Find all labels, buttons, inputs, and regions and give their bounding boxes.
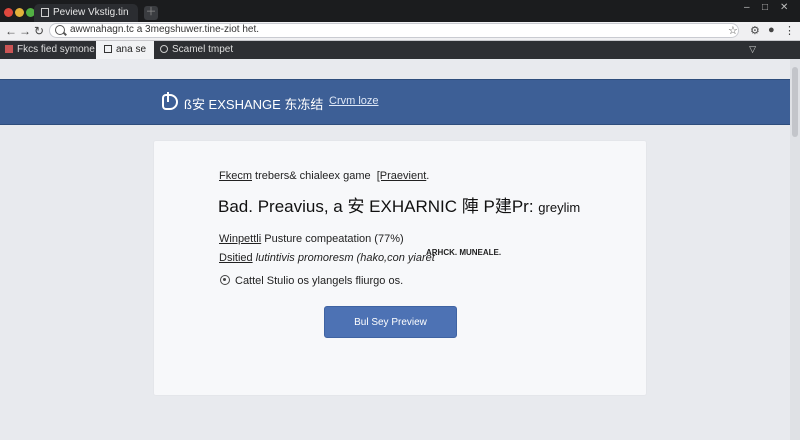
profile-icon[interactable]: ● [768,24,775,36]
bookmark-label: Fkcs fied symone [17,44,95,55]
site-header: ß安 EXSHANGE 东冻结 Crvm loze [0,79,790,125]
detail-line-1: Winpettli Pusture compeatation (77%) [219,233,404,245]
card-title-tail: greylim [538,200,581,215]
exchange-logo-icon [162,92,178,110]
browser-window: Peview Vkstig.tin ＋ – □ ✕ ← → ↻ awwnahag… [0,0,800,440]
address-toolbar: ← → ↻ awwnahagn.tc a 3megshuwer.tine-zio… [0,22,800,41]
browser-tab[interactable]: Peview Vkstig.tin [34,4,138,22]
bookmarks-overflow-icon[interactable]: ▽ [749,44,756,55]
bookmark-label: ana se [116,44,147,55]
menu-icon[interactable]: ⋮ [784,24,795,37]
address-bar[interactable]: awwnahagn.tc a 3megshuwer.tine-ziot het. [49,23,739,38]
info-icon [220,275,230,285]
tab-title: Peview Vkstig.tin [53,7,129,18]
card-title-text: Bad. Preavius, a 安 EXHARNIC 陣 P建Pr: [218,197,534,216]
scrollbar[interactable] [790,59,800,440]
list-icon [104,45,112,53]
subtitle-tail: . [426,170,430,182]
scrollbar-thumb[interactable] [792,67,798,137]
search-icon [55,25,65,35]
extensions-icon[interactable]: ⚙ [750,24,760,37]
detail-text-1: Pusture compeatation (77%) [261,233,404,245]
person-icon [160,45,168,53]
info-text: Cattel Stulio os ylangels fliurgo os. [235,275,404,287]
restore-icon[interactable]: □ [762,2,768,13]
header-link[interactable]: Crvm loze [329,95,379,107]
reload-icon[interactable]: ↻ [34,24,44,38]
bookmark-star-icon[interactable]: ☆ [728,24,738,37]
minimize-window-icon[interactable] [15,8,24,17]
back-icon[interactable]: ← [5,24,17,38]
card-subtitle: Fkecm trebers& chialeex game [Praevient. [219,170,429,182]
bookmark-icon [5,45,13,53]
card-title: Bad. Preavius, a 安 EXHARNIC 陣 P建Pr: grey… [218,192,580,217]
forward-icon[interactable]: → [19,24,31,38]
detail-link-2[interactable]: Dsitied [219,252,253,264]
new-tab-icon[interactable]: ＋ [144,6,158,20]
minimize-icon[interactable]: – [744,2,750,13]
bookmark-item-active[interactable]: ana se [96,41,155,59]
close-window-icon[interactable] [4,8,13,17]
detail-link-1[interactable]: Winpettli [219,233,261,245]
detail-line-2: Dsitied lutintivis promoresm (hako,con y… [219,252,435,264]
bookmarks-bar: Fkcs fied symone ana se Scamel tmpet ▽ [0,41,800,59]
page-content: ß安 EXSHANGE 东冻结 Crvm loze Fkecm trebers&… [0,59,800,440]
bookmark-item[interactable]: Fkcs fied symone [5,44,95,55]
preview-card: Fkecm trebers& chialeex game [Praevient.… [154,141,646,395]
status-tag: ARHCK. MUNEALE. [426,248,502,257]
detail-text-2: lutintivis promoresm (hako,con yiaret [252,252,435,264]
subtitle-link-2[interactable]: [Praevient [377,170,427,182]
bookmark-label: Scamel tmpet [172,44,234,55]
close-icon[interactable]: ✕ [780,2,788,13]
url-text: awwnahagn.tc a 3megshuwer.tine-ziot het. [70,24,259,35]
tab-strip: Peview Vkstig.tin ＋ – □ ✕ [0,0,800,22]
info-line: Cattel Stulio os ylangels fliurgo os. [220,275,403,287]
page-icon [41,8,49,17]
brand-name: ß安 EXSHANGE 东冻结 [184,97,324,112]
subtitle-link[interactable]: Fkecm [219,170,252,182]
bookmark-item[interactable]: Scamel tmpet [160,44,233,55]
subtitle-text: trebers& chialeex game [252,170,371,182]
preview-button[interactable]: Bul Sey Preview [324,306,457,338]
